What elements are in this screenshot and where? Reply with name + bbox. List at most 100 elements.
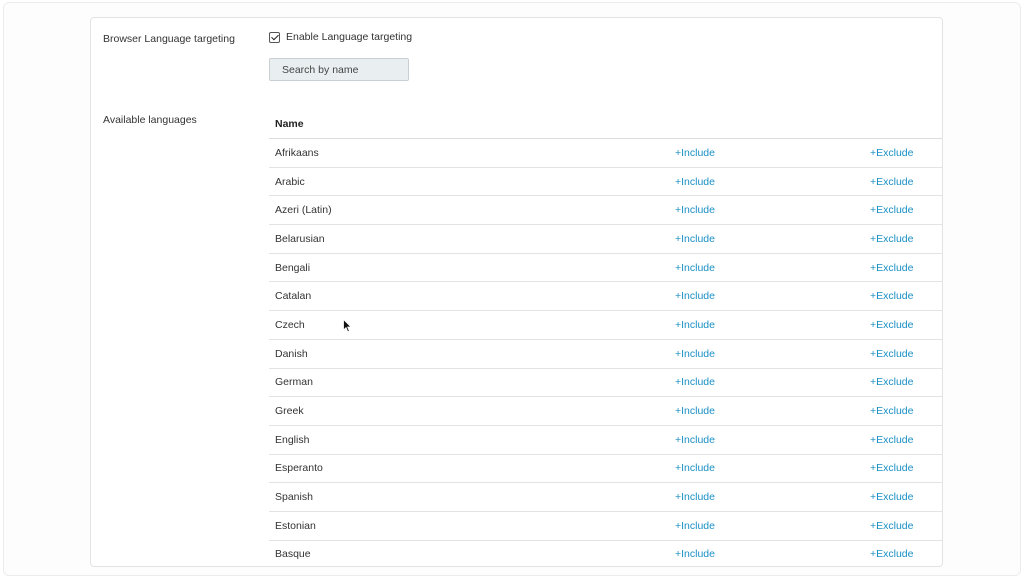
include-link[interactable]: +Include <box>675 348 715 360</box>
exclude-cell: +Exclude <box>870 482 942 512</box>
include-cell: +Include <box>675 253 870 283</box>
include-cell: +Include <box>675 224 870 254</box>
table-row: Afrikaans +Include +Exclude <box>269 138 942 168</box>
language-name: Czech <box>269 310 675 340</box>
exclude-cell: +Exclude <box>870 339 942 369</box>
include-link[interactable]: +Include <box>675 434 715 446</box>
available-languages-label: Available languages <box>103 114 197 126</box>
exclude-link[interactable]: +Exclude <box>870 405 914 417</box>
exclude-link[interactable]: +Exclude <box>870 462 914 474</box>
include-link[interactable]: +Include <box>675 376 715 388</box>
exclude-link[interactable]: +Exclude <box>870 434 914 446</box>
languages-table: Name Afrikaans +Include +Exclude Arabic +Inc… <box>269 110 942 566</box>
table-row: Greek +Include +Exclude <box>269 396 942 426</box>
table-row: Danish +Include +Exclude <box>269 339 942 369</box>
include-cell: +Include <box>675 167 870 197</box>
enable-language-targeting-label: Enable Language targeting <box>286 31 413 43</box>
mouse-pointer-icon <box>343 319 352 333</box>
include-link[interactable]: +Include <box>675 548 715 560</box>
exclude-cell: +Exclude <box>870 511 942 541</box>
language-name: Greek <box>269 396 675 426</box>
exclude-cell: +Exclude <box>870 167 942 197</box>
language-name: Azeri (Latin) <box>269 195 675 226</box>
include-link[interactable]: +Include <box>675 520 715 532</box>
exclude-link[interactable]: +Exclude <box>870 520 914 532</box>
language-name: Afrikaans <box>269 138 675 168</box>
table-row: Azeri (Latin) +Include +Exclude <box>269 195 942 226</box>
search-by-name-input[interactable] <box>269 58 409 81</box>
language-targeting-panel: Browser Language targeting Enable Langua… <box>90 17 943 567</box>
language-name: Danish <box>269 339 675 369</box>
table-row: English +Include +Exclude <box>269 425 942 455</box>
include-cell: +Include <box>675 310 870 340</box>
exclude-link[interactable]: +Exclude <box>870 319 914 331</box>
include-link[interactable]: +Include <box>675 462 715 474</box>
exclude-link[interactable]: +Exclude <box>870 147 914 159</box>
exclude-cell: +Exclude <box>870 425 942 455</box>
exclude-cell: +Exclude <box>870 396 942 426</box>
exclude-cell: +Exclude <box>870 195 942 226</box>
exclude-cell: +Exclude <box>870 540 942 566</box>
include-cell: +Include <box>675 368 870 398</box>
include-cell: +Include <box>675 482 870 512</box>
include-link[interactable]: +Include <box>675 319 715 331</box>
table-row: Spanish +Include +Exclude <box>269 482 942 512</box>
include-link[interactable]: +Include <box>675 176 715 188</box>
browser-language-label: Browser Language targeting <box>103 33 235 45</box>
table-header-row: Name <box>269 110 942 139</box>
exclude-link[interactable]: +Exclude <box>870 176 914 188</box>
table-row: Belarusian +Include +Exclude <box>269 224 942 254</box>
include-link[interactable]: +Include <box>675 405 715 417</box>
exclude-cell: +Exclude <box>870 310 942 340</box>
table-row: Esperanto +Include +Exclude <box>269 454 942 484</box>
name-column-header: Name <box>269 110 675 139</box>
enable-language-targeting-checkbox[interactable] <box>269 31 280 43</box>
include-cell: +Include <box>675 425 870 455</box>
exclude-link[interactable]: +Exclude <box>870 233 914 245</box>
table-row: Bengali +Include +Exclude <box>269 253 942 283</box>
exclude-column-header <box>870 110 942 139</box>
include-cell: +Include <box>675 138 870 168</box>
table-row: Czech +Include +Exclude <box>269 310 942 340</box>
exclude-link[interactable]: +Exclude <box>870 204 914 216</box>
exclude-link[interactable]: +Exclude <box>870 348 914 360</box>
exclude-link[interactable]: +Exclude <box>870 548 914 560</box>
language-name: Bengali <box>269 253 675 283</box>
enable-language-targeting-row[interactable]: Enable Language targeting <box>269 31 412 43</box>
include-link[interactable]: +Include <box>675 204 715 216</box>
exclude-cell: +Exclude <box>870 138 942 168</box>
include-link[interactable]: +Include <box>675 233 715 245</box>
exclude-cell: +Exclude <box>870 368 942 398</box>
include-link[interactable]: +Include <box>675 262 715 274</box>
exclude-cell: +Exclude <box>870 253 942 283</box>
include-cell: +Include <box>675 281 870 312</box>
exclude-link[interactable]: +Exclude <box>870 290 914 302</box>
table-row: Basque +Include +Exclude <box>269 540 942 566</box>
language-name: Esperanto <box>269 454 675 484</box>
table-row: Catalan +Include +Exclude <box>269 281 942 312</box>
language-name: Belarusian <box>269 224 675 254</box>
include-cell: +Include <box>675 454 870 484</box>
language-name: Basque <box>269 540 675 566</box>
exclude-cell: +Exclude <box>870 224 942 254</box>
language-name: Arabic <box>269 167 675 197</box>
table-row: Arabic +Include +Exclude <box>269 167 942 197</box>
include-link[interactable]: +Include <box>675 491 715 503</box>
include-cell: +Include <box>675 339 870 369</box>
language-name: Spanish <box>269 482 675 512</box>
exclude-link[interactable]: +Exclude <box>870 376 914 388</box>
languages-table-body: Afrikaans +Include +Exclude Arabic +Include +… <box>269 138 942 566</box>
exclude-link[interactable]: +Exclude <box>870 262 914 274</box>
language-name: English <box>269 425 675 455</box>
include-link[interactable]: +Include <box>675 147 715 159</box>
exclude-link[interactable]: +Exclude <box>870 491 914 503</box>
include-cell: +Include <box>675 540 870 566</box>
include-cell: +Include <box>675 396 870 426</box>
language-name: German <box>269 368 675 398</box>
include-cell: +Include <box>675 195 870 226</box>
include-link[interactable]: +Include <box>675 290 715 302</box>
exclude-cell: +Exclude <box>870 454 942 484</box>
language-name: Catalan <box>269 281 675 312</box>
include-column-header <box>675 110 870 139</box>
table-row: Estonian +Include +Exclude <box>269 511 942 541</box>
